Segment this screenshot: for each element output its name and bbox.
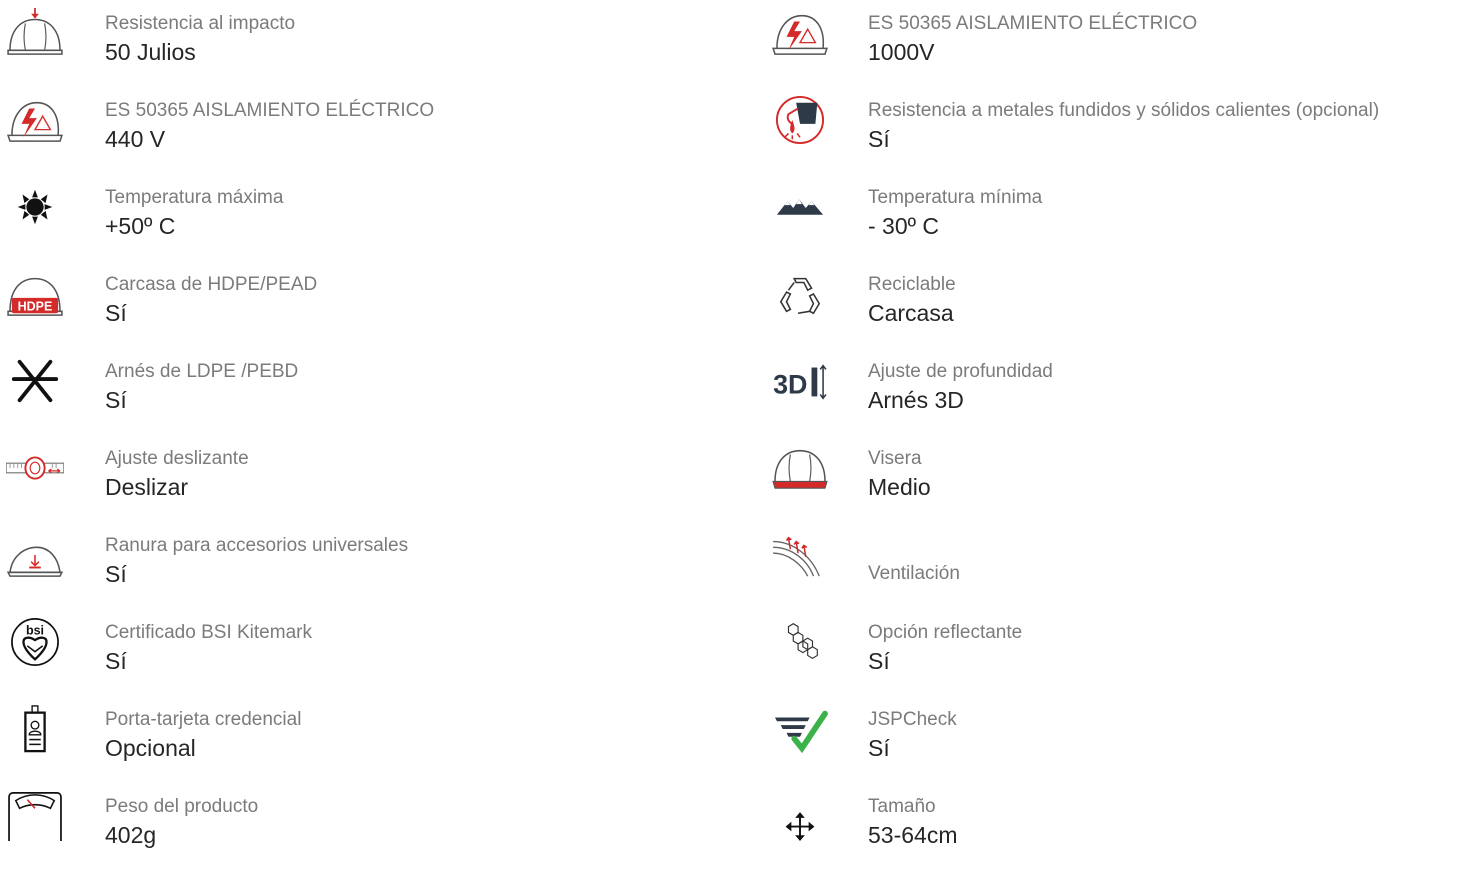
- slide-adjust-icon: [6, 443, 64, 493]
- feature-accessory-slot: Ranura para accesorios universales Sí: [0, 522, 740, 609]
- feature-value: Sí: [105, 387, 127, 413]
- electrical-insulation-icon: [6, 95, 64, 145]
- feature-reflective: Opción reflectante Sí: [767, 609, 1461, 696]
- size-arrows-icon: [771, 791, 829, 841]
- sun-icon: [6, 182, 64, 232]
- feature-label: Resistencia al impacto: [105, 13, 296, 34]
- weight-scale-icon: [6, 791, 64, 841]
- feature-value: Sí: [105, 561, 127, 587]
- feature-hdpe-shell: HDPE Carcasa de HDPE/PEAD Sí: [0, 261, 740, 348]
- bsi-kitemark-icon: bsi: [6, 617, 64, 667]
- feature-value: - 30º C: [868, 213, 940, 239]
- feature-label: Porta-tarjeta credencial: [105, 709, 302, 730]
- feature-label: Carcasa de HDPE/PEAD: [105, 274, 318, 295]
- feature-label: ES 50365 AISLAMIENTO ELÉCTRICO: [868, 13, 1198, 34]
- feature-value: Carcasa: [868, 300, 954, 326]
- feature-value: Sí: [105, 300, 127, 326]
- feature-value: 50 Julios: [105, 39, 196, 65]
- feature-max-temperature: Temperatura máxima +50º C: [0, 174, 740, 261]
- feature-value: Sí: [868, 735, 890, 761]
- feature-label: JSPCheck: [868, 709, 957, 730]
- feature-molten-metal: Resistencia a metales fundidos y sólidos…: [767, 87, 1461, 174]
- bsi-text: bsi: [26, 623, 44, 637]
- mountains-icon: [771, 182, 829, 232]
- features-left-column: Resistencia al impacto 50 Julios ES 5036…: [0, 0, 740, 848]
- feature-slide-adjust: Ajuste deslizante Deslizar: [0, 435, 740, 522]
- feature-value: Sí: [105, 648, 127, 674]
- feature-value: Deslizar: [105, 474, 189, 500]
- feature-label: Visera: [868, 448, 922, 469]
- accessory-slot-icon: [6, 530, 64, 580]
- feature-size: Tamaño 53-64cm: [767, 783, 1461, 870]
- recycle-icon: [771, 269, 829, 319]
- feature-label: Tamaño: [868, 796, 936, 817]
- feature-electrical-440: ES 50365 AISLAMIENTO ELÉCTRICO 440 V: [0, 87, 740, 174]
- feature-label: ES 50365 AISLAMIENTO ELÉCTRICO: [105, 100, 435, 121]
- feature-ldpe-harness: Arnés de LDPE /PEBD Sí: [0, 348, 740, 435]
- feature-recyclable: Reciclable Carcasa: [767, 261, 1461, 348]
- feature-value: Opcional: [105, 735, 196, 761]
- hdpe-helmet-icon: HDPE: [6, 269, 64, 319]
- feature-value: Sí: [868, 126, 890, 152]
- visor-helmet-icon: [771, 443, 829, 493]
- feature-label: Certificado BSI Kitemark: [105, 622, 312, 643]
- molten-metal-icon: [771, 95, 829, 145]
- feature-label: Ventilación: [868, 563, 960, 584]
- harness-icon: [6, 356, 64, 406]
- feature-label: Ajuste deslizante: [105, 448, 249, 469]
- feature-label: Temperatura máxima: [105, 187, 284, 208]
- feature-jspcheck: JSPCheck Sí: [767, 696, 1461, 783]
- feature-label: Ajuste de profundidad: [868, 361, 1053, 382]
- feature-value: 440 V: [105, 126, 166, 152]
- feature-badge-holder: Porta-tarjeta credencial Opcional: [0, 696, 740, 783]
- feature-ventilation: Ventilación: [767, 522, 1461, 609]
- ventilation-icon: [771, 530, 829, 580]
- feature-value: Arnés 3D: [868, 387, 964, 413]
- feature-value: Sí: [868, 648, 890, 674]
- feature-label: Temperatura mínima: [868, 187, 1043, 208]
- feature-electrical-1000: ES 50365 AISLAMIENTO ELÉCTRICO 1000V: [767, 0, 1461, 87]
- feature-bsi-kitemark: bsi Certificado BSI Kitemark Sí: [0, 609, 740, 696]
- feature-depth-adjust: 3D Ajuste de profundidad Arnés 3D: [767, 348, 1461, 435]
- feature-label: Opción reflectante: [868, 622, 1023, 643]
- feature-value: 1000V: [868, 39, 935, 65]
- feature-label: Ranura para accesorios universales: [105, 535, 409, 556]
- feature-min-temperature: Temperatura mínima - 30º C: [767, 174, 1461, 261]
- feature-label: Peso del producto: [105, 796, 259, 817]
- feature-value: 53-64cm: [868, 822, 958, 848]
- electrical-insulation-icon: [771, 8, 829, 58]
- reflective-icon: [771, 617, 829, 667]
- jspcheck-icon: [771, 704, 829, 754]
- feature-label: Resistencia a metales fundidos y sólidos…: [868, 100, 1380, 121]
- feature-visor: Visera Medio: [767, 435, 1461, 522]
- feature-value: +50º C: [105, 213, 176, 239]
- depth-3d-icon: 3D: [771, 356, 829, 406]
- 3d-text: 3D: [773, 370, 807, 400]
- hdpe-text: HDPE: [18, 299, 53, 313]
- feature-label: Reciclable: [868, 274, 956, 295]
- feature-value: Medio: [868, 474, 931, 500]
- feature-product-weight: Peso del producto 402g: [0, 783, 740, 870]
- helmet-impact-icon: [6, 8, 64, 58]
- feature-value: 402g: [105, 822, 157, 848]
- feature-label: Arnés de LDPE /PEBD: [105, 361, 299, 382]
- badge-holder-icon: [6, 704, 64, 754]
- feature-impact-resistance: Resistencia al impacto 50 Julios: [0, 0, 740, 87]
